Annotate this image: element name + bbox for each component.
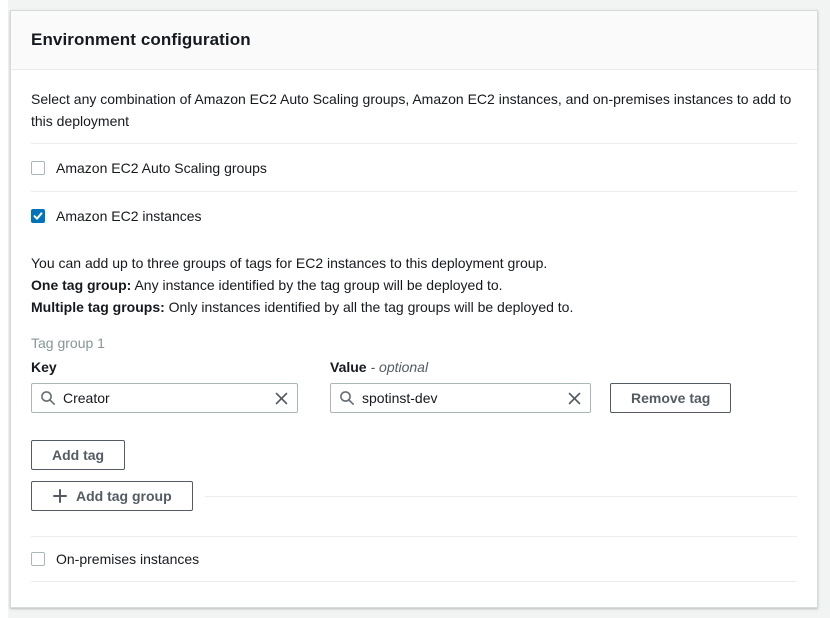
environment-configuration-card: Environment configuration Select any com… <box>10 10 818 608</box>
value-clear-button[interactable] <box>567 391 582 406</box>
add-tag-group-button[interactable]: Add tag group <box>31 481 193 511</box>
remove-tag-button[interactable]: Remove tag <box>610 383 731 413</box>
on-premises-label: On-premises instances <box>56 551 199 567</box>
key-label: Key <box>31 359 57 375</box>
value-search-box <box>330 383 591 413</box>
option-row-ec2-instances: Amazon EC2 instances <box>31 192 797 239</box>
ec2-tags-section: You can add up to three groups of tags f… <box>31 252 797 511</box>
tag-groups-intro: You can add up to three groups of tags f… <box>31 252 797 274</box>
add-tag-button[interactable]: Add tag <box>31 440 125 470</box>
card-description: Select any combination of Amazon EC2 Aut… <box>31 88 793 132</box>
card-title: Environment configuration <box>31 30 251 50</box>
key-search-box <box>31 383 298 413</box>
key-input[interactable] <box>63 390 274 406</box>
auto-scaling-groups-label: Amazon EC2 Auto Scaling groups <box>56 160 267 176</box>
option-row-on-premises: On-premises instances <box>31 537 797 581</box>
tag-field-labels: Key Value - optional <box>31 359 797 377</box>
value-optional-hint: - optional <box>370 359 428 375</box>
on-premises-checkbox[interactable] <box>31 552 45 566</box>
tag-groups-note: You can add up to three groups of tags f… <box>31 252 797 318</box>
value-input[interactable] <box>362 390 567 406</box>
key-clear-button[interactable] <box>274 391 289 406</box>
tag-group-title: Tag group 1 <box>31 335 797 351</box>
left-gutter <box>0 0 8 618</box>
auto-scaling-groups-checkbox[interactable] <box>31 161 45 175</box>
search-icon <box>40 390 56 406</box>
multiple-tag-groups-line: Multiple tag groups: Only instances iden… <box>31 296 797 318</box>
clear-x-icon <box>567 391 582 406</box>
plus-icon <box>52 488 68 504</box>
option-row-auto-scaling-groups: Amazon EC2 Auto Scaling groups <box>31 144 797 191</box>
add-tag-group-row: Add tag group <box>31 481 797 511</box>
add-tag-group-label: Add tag group <box>76 488 172 504</box>
tag-fields-row: Remove tag <box>31 383 797 413</box>
one-tag-group-line: One tag group: Any instance identified b… <box>31 274 797 296</box>
search-icon <box>339 390 355 406</box>
divider <box>205 496 797 497</box>
ec2-instances-label: Amazon EC2 instances <box>56 208 202 224</box>
card-header: Environment configuration <box>11 11 817 70</box>
divider <box>31 581 797 582</box>
checkmark-icon <box>33 211 43 221</box>
ec2-instances-checkbox[interactable] <box>31 209 45 223</box>
card-body: Select any combination of Amazon EC2 Aut… <box>11 70 817 582</box>
clear-x-icon <box>274 391 289 406</box>
value-label: Value - optional <box>330 359 428 375</box>
